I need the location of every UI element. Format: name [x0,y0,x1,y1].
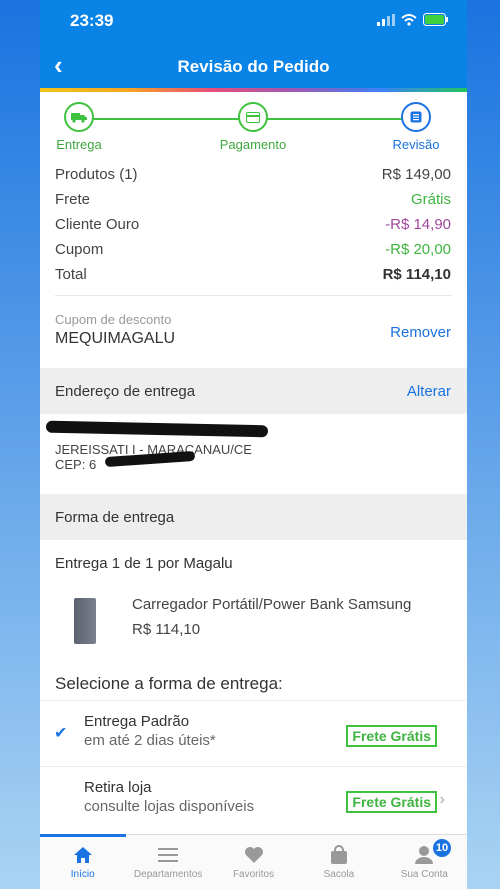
heart-icon [211,844,296,866]
check-icon: ✔ [54,725,68,742]
coupon-value: -R$ 20,00 [385,241,451,258]
product-image [74,598,96,644]
products-value: R$ 149,00 [381,166,451,183]
option-desc: consulte lojas disponíveis [84,798,255,815]
summary-row-products: Produtos (1) R$ 149,00 [55,162,451,187]
step-label: Entrega [56,137,102,152]
checkout-steps: Entrega Pagamento Revisão [40,92,467,156]
step-pagamento[interactable]: Pagamento [208,102,298,152]
tab-favoritos[interactable]: Favoritos [211,835,296,889]
bottom-tab-bar: Início Departamentos Favoritos Sacola Su… [40,834,467,889]
option-desc: em até 2 dias úteis* [84,732,216,749]
delivery-option-store[interactable]: Retira loja consulte lojas disponíveis F… [40,766,467,832]
tab-label: Sua Conta [400,869,448,880]
summary-row-gold: Cliente Ouro -R$ 14,90 [55,212,451,237]
battery-icon [423,13,448,26]
tab-label: Departamentos [133,869,203,880]
tab-sacola[interactable]: Sacola [296,835,381,889]
tab-departamentos[interactable]: Departamentos [125,835,210,889]
background-left [0,0,40,889]
total-label: Total [55,266,87,283]
tab-inicio[interactable]: Início [40,835,125,889]
change-address-button[interactable]: Alterar [407,383,451,400]
user-icon [382,844,467,866]
products-label: Produtos (1) [55,166,138,183]
bag-icon [296,844,381,866]
free-shipping-badge: Frete Grátis [346,791,437,813]
step-label: Revisão [392,137,440,152]
background-right [467,0,500,889]
select-delivery-title: Selecione a forma de entrega: [55,674,283,693]
top-bar: ‹ Revisão do Pedido [40,42,467,88]
page-title: Revisão do Pedido [177,57,330,76]
step-revisao[interactable]: Revisão [371,102,461,152]
delivery-header: Forma de entrega [40,494,467,540]
truck-icon [64,102,94,132]
address-title: Endereço de entrega [55,383,196,400]
menu-icon [125,844,210,866]
option-name: Retira loja [84,779,152,796]
product-price: R$ 114,10 [132,621,201,638]
shipping-value: Grátis [410,191,451,208]
tab-sua-conta[interactable]: Sua Conta 10 [382,835,467,889]
remove-coupon-button[interactable]: Remover [390,324,451,341]
phone-screen: 23:39 ‹ Revisão do Pedido Entrega Pagame… [40,0,467,889]
delivery-option-standard[interactable]: ✔ Entrega Padrão em até 2 dias úteis* Fr… [40,700,467,766]
step-label: Pagamento [219,137,287,152]
coupon-label: Cupom [55,241,104,258]
status-bar: 23:39 [40,0,467,42]
order-summary: Produtos (1) R$ 149,00 Frete Grátis Clie… [40,156,467,287]
total-value: R$ 114,10 [382,266,451,283]
tab-label: Favoritos [232,869,275,880]
status-icons [377,13,449,26]
gold-label: Cliente Ouro [55,216,140,233]
tab-label: Início [70,869,95,880]
gold-value: -R$ 14,90 [385,216,451,233]
address-header: Endereço de entrega Alterar [40,368,467,414]
option-name: Entrega Padrão [84,713,190,730]
summary-row-coupon: Cupom -R$ 20,00 [55,237,451,262]
tab-label: Sacola [323,869,355,880]
address-block: JEREISSATI I - MARACANAU/CE CEP: 6 [40,414,467,494]
product-name: Carregador Portátil/Power Bank Samsung [132,596,412,613]
summary-row-total: Total R$ 114,10 [55,262,451,287]
card-icon [238,102,268,132]
free-shipping-badge: Frete Grátis [346,725,437,747]
step-entrega[interactable]: Entrega [40,102,124,152]
status-time: 23:39 [70,11,114,30]
delivery-title: Forma de entrega [55,509,175,526]
notification-badge: 10 [433,839,452,857]
list-icon [401,102,431,132]
shipping-label: Frete [55,191,91,208]
product-item: Carregador Portátil/Power Bank Samsung R… [40,588,467,668]
delivery-seller-line: Entrega 1 de 1 por Magalu [55,555,233,572]
redaction-mark [45,420,269,438]
signal-icon [377,13,395,26]
summary-row-shipping: Frete Grátis [55,187,451,212]
chevron-right-icon: › [439,791,445,808]
address-line-1: JEREISSATI I - MARACANAU/CE [55,442,252,457]
home-icon [40,844,125,866]
wifi-icon [401,13,417,26]
coupon-section: Cupom de desconto MEQUIMAGALU Remover [40,296,467,368]
